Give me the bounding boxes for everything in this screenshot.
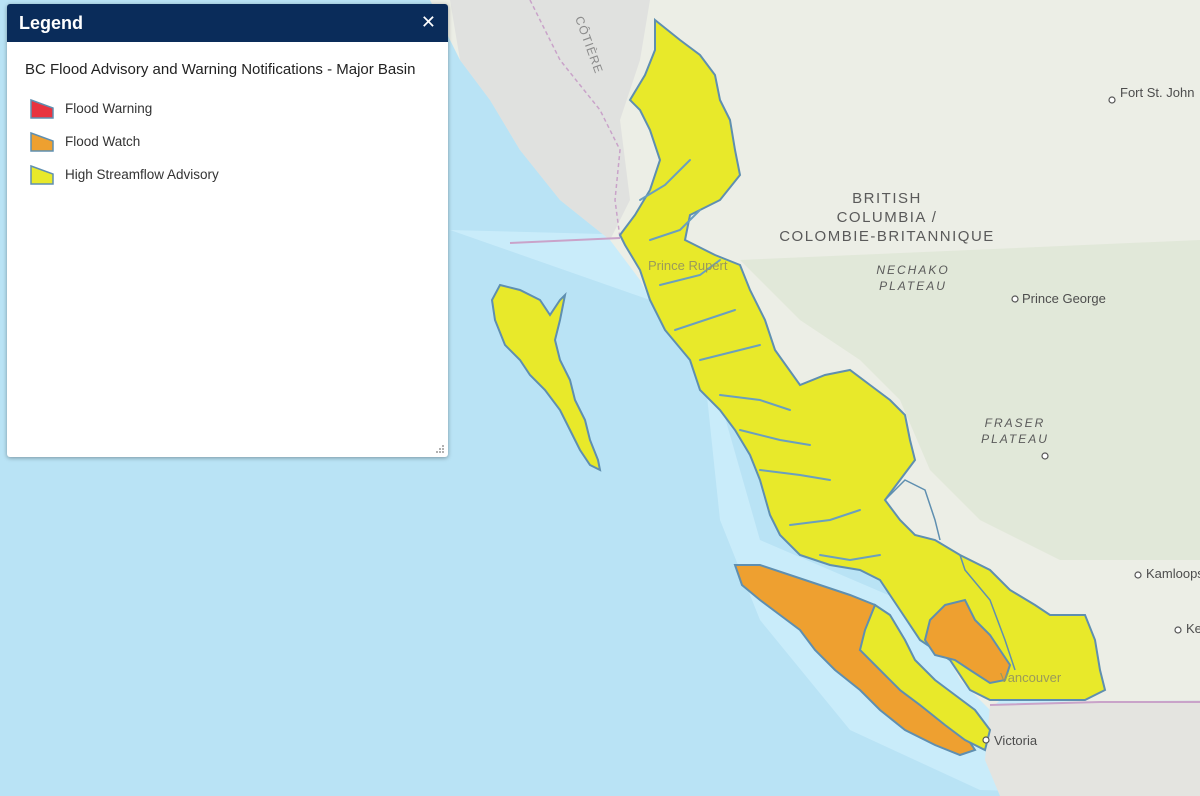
victoria-dot[interactable] bbox=[982, 736, 990, 744]
us-land bbox=[985, 700, 1200, 796]
legend-item-flood-watch: Flood Watch bbox=[25, 125, 430, 158]
plateau-label-fraser-1: FRASER bbox=[985, 416, 1046, 430]
place-label-fort-st-john: Fort St. John bbox=[1120, 85, 1194, 100]
legend-item-high-streamflow-advisory: High Streamflow Advisory bbox=[25, 158, 430, 191]
plateau-label-nechako-2: PLATEAU bbox=[879, 279, 947, 293]
legend-item-label: Flood Watch bbox=[65, 134, 141, 149]
legend-header: Legend ✕ bbox=[7, 4, 448, 42]
region-label-bc-line3: COLOMBIE-BRITANNIQUE bbox=[779, 228, 995, 245]
ke-dot[interactable] bbox=[1174, 626, 1182, 634]
legend-item-label: Flood Warning bbox=[65, 101, 153, 116]
fort-st-john-dot[interactable] bbox=[1108, 96, 1116, 104]
flood-warning-swatch-icon bbox=[30, 98, 54, 119]
region-label-bc-line2: COLUMBIA / bbox=[837, 209, 938, 226]
flood-watch-swatch-icon bbox=[30, 131, 54, 152]
place-label-vancouver: Vancouver bbox=[1000, 670, 1062, 685]
resize-grip-icon[interactable] bbox=[435, 444, 445, 454]
place-label-prince-george: Prince George bbox=[1022, 291, 1106, 306]
legend-body: BC Flood Advisory and Warning Notificati… bbox=[7, 42, 448, 191]
layer-title: BC Flood Advisory and Warning Notificati… bbox=[25, 61, 416, 78]
place-label-kamloops: Kamloops bbox=[1146, 566, 1200, 581]
place-label-victoria: Victoria bbox=[994, 733, 1038, 748]
legend-item-label: High Streamflow Advisory bbox=[65, 167, 219, 182]
plateau-label-nechako-1: NECHAKO bbox=[876, 263, 949, 277]
legend-title: Legend bbox=[19, 12, 84, 33]
unnamed-town-dot[interactable] bbox=[1041, 452, 1049, 460]
region-label-bc-line1: BRITISH bbox=[852, 190, 922, 207]
prince-george-dot[interactable] bbox=[1011, 295, 1019, 303]
close-icon[interactable]: ✕ bbox=[421, 14, 436, 32]
place-label-prince-rupert: Prince Rupert bbox=[648, 258, 728, 273]
place-label-ke: Ke bbox=[1186, 621, 1200, 636]
plateau-label-fraser-2: PLATEAU bbox=[981, 432, 1049, 446]
legend-panel: Legend ✕ BC Flood Advisory and Warning N… bbox=[7, 4, 448, 457]
high-streamflow-advisory-swatch-icon bbox=[30, 164, 54, 185]
legend-item-flood-warning: Flood Warning bbox=[25, 92, 430, 125]
kamloops-dot[interactable] bbox=[1134, 571, 1142, 579]
